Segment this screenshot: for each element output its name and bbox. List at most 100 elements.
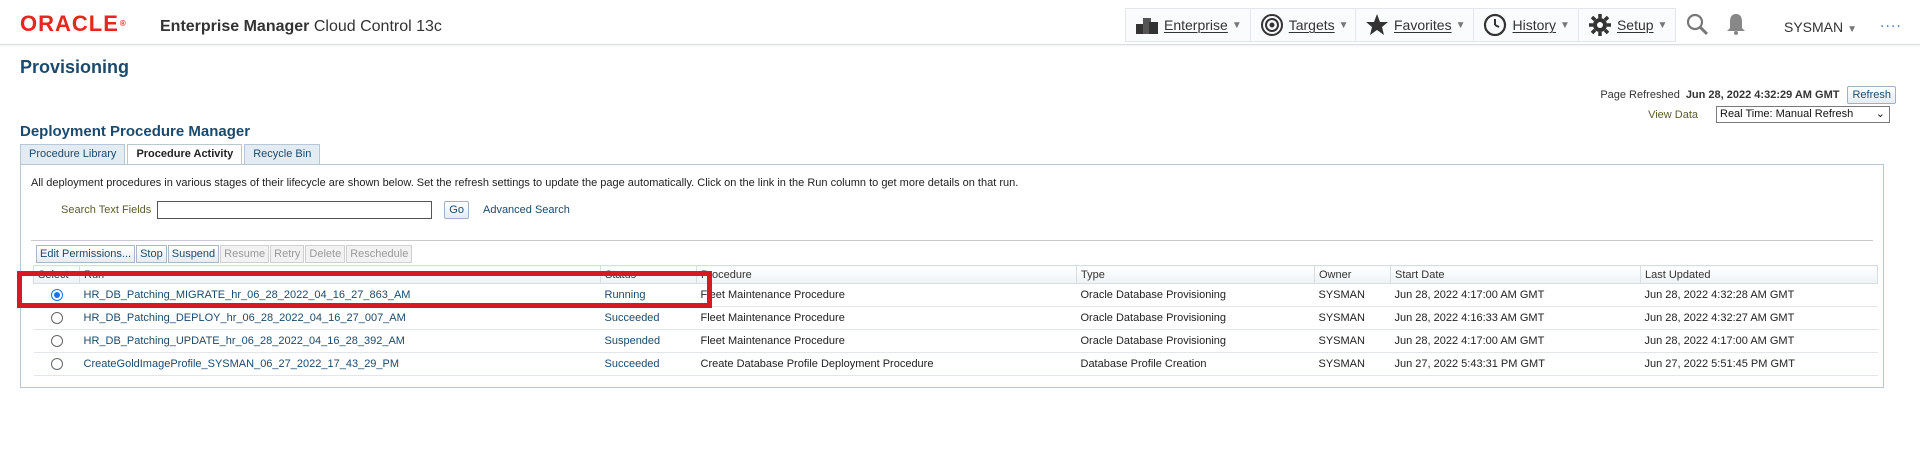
run-link[interactable]: HR_DB_Patching_UPDATE_hr_06_28_2022_04_1…: [79, 329, 601, 353]
clock-icon: [1482, 12, 1508, 38]
nav-setup-label: Setup: [1616, 17, 1654, 33]
type-cell: Oracle Database Provisioning: [1076, 283, 1315, 307]
product-name-rest: Cloud Control 13c: [309, 18, 442, 35]
search-row: Search Text Fields Go Advanced Search: [61, 201, 570, 219]
nav-group-main: Enterprise ▼ Targets ▼: [1125, 8, 1358, 42]
targets-icon: [1259, 12, 1285, 38]
run-link[interactable]: CreateGoldImageProfile_SYSMAN_06_27_2022…: [79, 352, 601, 376]
row-select-radio[interactable]: [50, 312, 63, 325]
table-header-row: Select Run Status Procedure Type Owner S…: [33, 265, 1878, 284]
go-button[interactable]: Go: [444, 201, 469, 219]
resume-button[interactable]: Resume: [220, 245, 270, 263]
column-header-type[interactable]: Type: [1076, 265, 1315, 284]
chevron-down-icon: ▼: [1560, 19, 1570, 31]
tab-procedure-activity[interactable]: Procedure Activity: [127, 144, 243, 165]
product-name-bold: Enterprise Manager: [160, 18, 310, 35]
column-header-owner[interactable]: Owner: [1314, 265, 1391, 284]
type-cell: Database Profile Creation: [1076, 352, 1315, 376]
nav-history-label: History: [1512, 17, 1557, 33]
column-header-status[interactable]: Status: [600, 265, 697, 284]
status-link[interactable]: Succeeded: [600, 306, 697, 330]
procedure-cell: Fleet Maintenance Procedure: [696, 329, 1077, 353]
procedure-cell: Create Database Profile Deployment Proce…: [696, 352, 1077, 376]
nav-favorites-menu[interactable]: Favorites ▼: [1356, 9, 1475, 41]
tab-bar: Procedure Library Procedure Activity Rec…: [20, 144, 322, 165]
row-select-radio[interactable]: [50, 335, 63, 348]
select-cell: [33, 329, 80, 353]
column-header-last-updated[interactable]: Last Updated: [1640, 265, 1878, 284]
chevron-down-icon: ▼: [1338, 19, 1349, 31]
start-date-cell: Jun 27, 2022 5:43:31 PM GMT: [1390, 352, 1641, 376]
last-updated-cell: Jun 28, 2022 4:17:00 AM GMT: [1640, 329, 1878, 353]
view-data-value: Real Time: Manual Refresh: [1720, 108, 1854, 120]
search-icon[interactable]: [1684, 11, 1710, 37]
chevron-down-icon: ▼: [1455, 19, 1466, 31]
chevron-down-icon: ▼: [1847, 24, 1858, 35]
nav-targets-menu[interactable]: Targets ▼: [1251, 9, 1357, 41]
nav-group-user: Favorites ▼ History ▼ Setup ▼: [1355, 8, 1677, 42]
table-row[interactable]: CreateGoldImageProfile_SYSMAN_06_27_2022…: [33, 352, 1878, 376]
divider: [31, 240, 1873, 241]
page-refreshed-label: Page Refreshed: [1600, 89, 1680, 101]
last-updated-cell: Jun 27, 2022 5:51:45 PM GMT: [1640, 352, 1878, 376]
nav-enterprise-label: Enterprise: [1164, 17, 1228, 33]
table-row[interactable]: HR_DB_Patching_MIGRATE_hr_06_28_2022_04_…: [33, 283, 1878, 307]
owner-cell: SYSMAN: [1314, 352, 1391, 376]
top-header: ORACLE® Enterprise Manager Cloud Control…: [0, 0, 1920, 45]
chevron-down-icon: ⌄: [1875, 108, 1885, 120]
status-link[interactable]: Suspended: [600, 329, 697, 353]
select-cell: [33, 283, 80, 307]
procedure-cell: Fleet Maintenance Procedure: [696, 283, 1077, 307]
column-header-procedure[interactable]: Procedure: [696, 265, 1077, 284]
stop-button[interactable]: Stop: [136, 245, 167, 263]
advanced-search-link[interactable]: Advanced Search: [483, 204, 570, 216]
procedure-runs-table: Select Run Status Procedure Type Owner S…: [33, 265, 1878, 376]
chevron-down-icon: ▼: [1657, 19, 1668, 31]
run-link[interactable]: HR_DB_Patching_DEPLOY_hr_06_28_2022_04_1…: [79, 306, 601, 330]
more-menu-icon[interactable]: ····: [1880, 19, 1902, 35]
section-title: Deployment Procedure Manager: [20, 123, 251, 140]
view-data-select[interactable]: Real Time: Manual Refresh ⌄: [1716, 106, 1890, 123]
retry-button[interactable]: Retry: [270, 245, 305, 263]
oracle-logo[interactable]: ORACLE®: [20, 13, 127, 35]
nav-history-menu[interactable]: History ▼: [1474, 9, 1579, 41]
user-name: SYSMAN: [1784, 19, 1844, 35]
status-link[interactable]: Succeeded: [600, 352, 697, 376]
status-link[interactable]: Running: [600, 283, 697, 307]
column-header-select: Select: [33, 265, 80, 284]
select-cell: [33, 306, 80, 330]
start-date-cell: Jun 28, 2022 4:17:00 AM GMT: [1390, 329, 1641, 353]
row-select-radio[interactable]: [50, 358, 63, 371]
row-select-radio[interactable]: [50, 289, 63, 302]
nav-setup-menu[interactable]: Setup ▼: [1579, 9, 1676, 41]
owner-cell: SYSMAN: [1314, 283, 1391, 307]
column-header-start-date[interactable]: Start Date: [1390, 265, 1641, 284]
refresh-button[interactable]: Refresh: [1847, 86, 1896, 104]
nav-targets-label: Targets: [1288, 17, 1335, 33]
run-link[interactable]: HR_DB_Patching_MIGRATE_hr_06_28_2022_04_…: [79, 283, 601, 307]
procedure-cell: Fleet Maintenance Procedure: [696, 306, 1077, 330]
tab-recycle-bin[interactable]: Recycle Bin: [244, 144, 321, 164]
select-cell: [33, 352, 80, 376]
table-row[interactable]: HR_DB_Patching_DEPLOY_hr_06_28_2022_04_1…: [33, 306, 1878, 330]
tab-procedure-library[interactable]: Procedure Library: [20, 144, 126, 164]
column-header-run[interactable]: Run: [79, 265, 601, 284]
start-date-cell: Jun 28, 2022 4:16:33 AM GMT: [1390, 306, 1641, 330]
bell-icon[interactable]: [1723, 11, 1749, 37]
reschedule-button[interactable]: Reschedule: [346, 245, 413, 263]
edit-permissions-button[interactable]: Edit Permissions...: [36, 245, 136, 263]
delete-button[interactable]: Delete: [305, 245, 346, 263]
start-date-cell: Jun 28, 2022 4:17:00 AM GMT: [1390, 283, 1641, 307]
page-title: Provisioning: [20, 57, 130, 77]
search-label: Search Text Fields: [61, 204, 152, 216]
search-input[interactable]: [157, 201, 433, 219]
product-name: Enterprise Manager Cloud Control 13c: [160, 18, 442, 36]
suspend-button[interactable]: Suspend: [167, 245, 220, 263]
type-cell: Oracle Database Provisioning: [1076, 306, 1315, 330]
nav-enterprise-menu[interactable]: Enterprise ▼: [1126, 9, 1251, 41]
enterprise-icon: [1134, 12, 1160, 38]
oracle-logo-text: ORACLE: [20, 11, 119, 36]
user-menu[interactable]: SYSMAN ▼: [1784, 19, 1857, 35]
table-row[interactable]: HR_DB_Patching_UPDATE_hr_06_28_2022_04_1…: [33, 329, 1878, 353]
gear-icon: [1587, 12, 1613, 38]
